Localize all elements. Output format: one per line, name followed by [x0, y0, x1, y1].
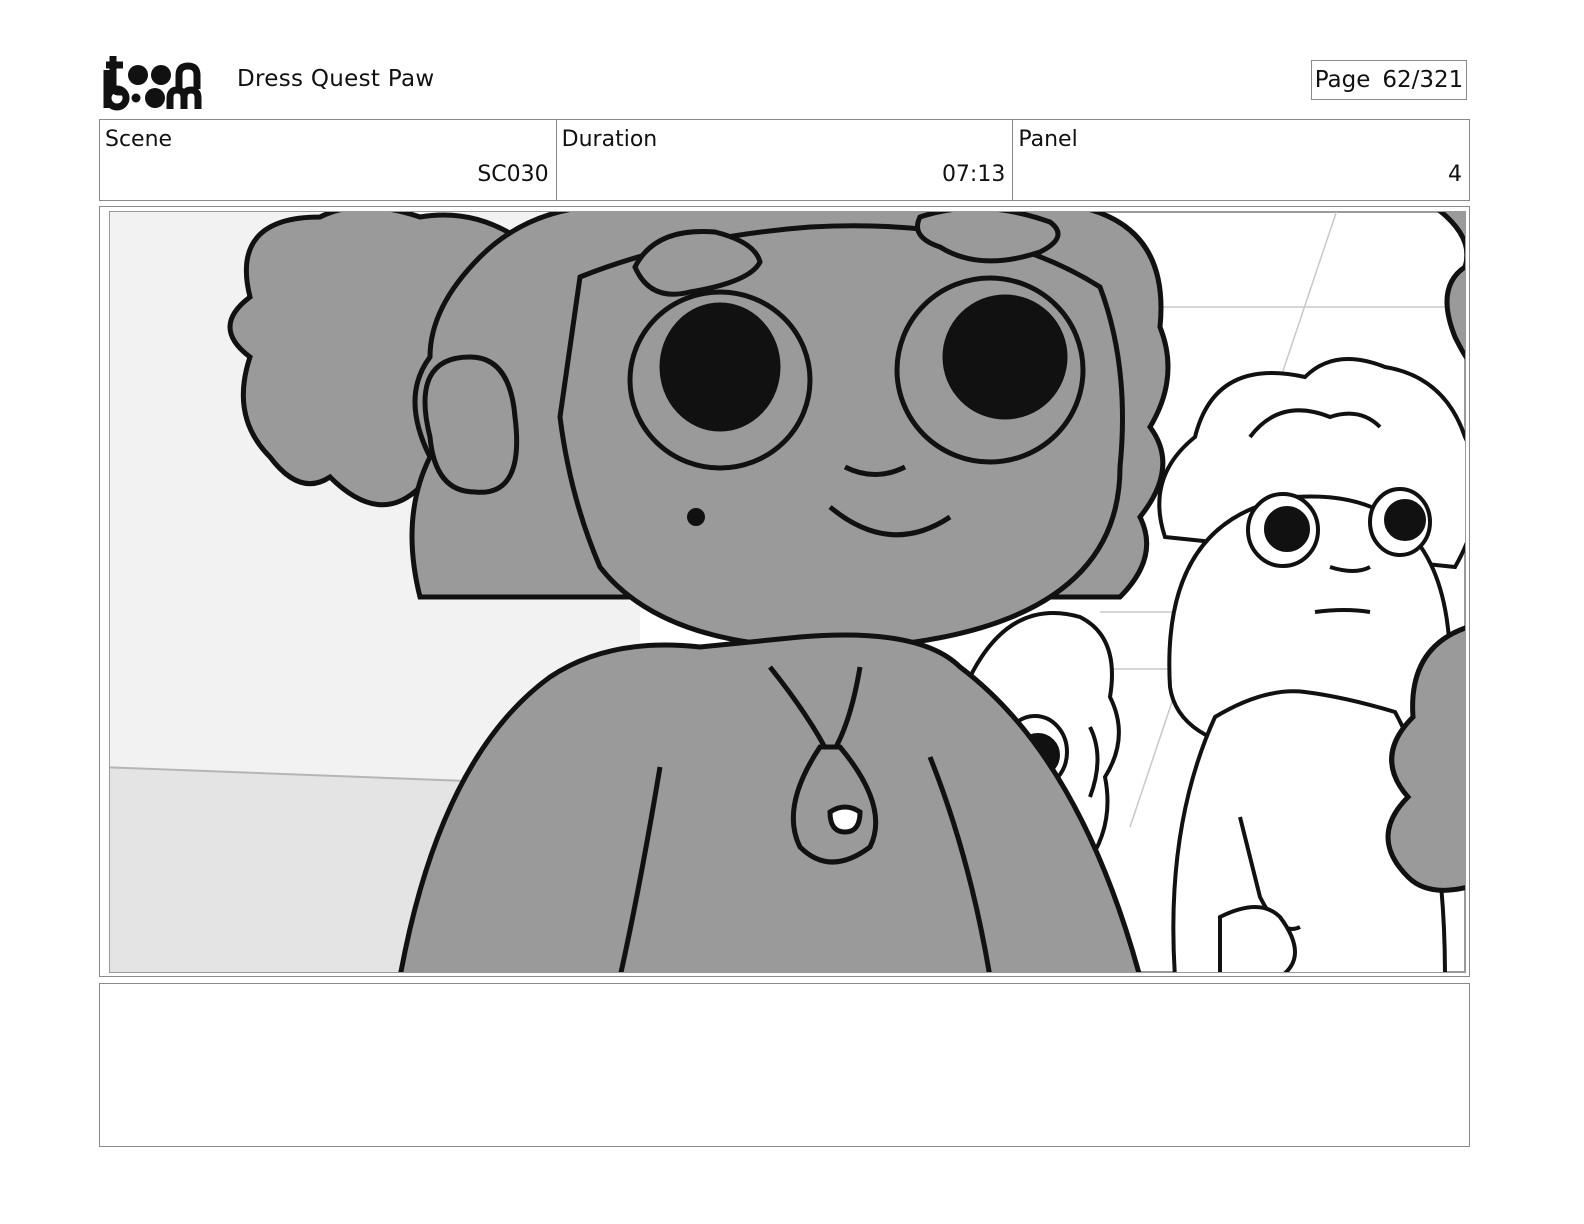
scene-value: SC030	[477, 162, 549, 187]
panel-info-row: Scene SC030 Duration 07:13 Panel 4	[99, 119, 1470, 201]
scene-label: Scene	[105, 127, 173, 152]
panel-label: Panel	[1018, 127, 1078, 152]
storyboard-panel-image	[99, 206, 1470, 977]
toon-boom-logo-icon	[103, 56, 202, 111]
panel-notes-area	[99, 983, 1470, 1147]
toon-boom-logo	[103, 50, 215, 112]
duration-value: 07:13	[941, 162, 1006, 187]
panel-value: 4	[1448, 162, 1463, 187]
duration-cell: Duration 07:13	[557, 120, 1014, 200]
duration-label: Duration	[561, 127, 658, 152]
scene-cell: Scene SC030	[100, 120, 557, 200]
project-title: Dress Quest Paw	[237, 66, 435, 92]
page-label: Page	[1314, 67, 1371, 93]
page-number: 62/321	[1382, 67, 1464, 93]
storyboard-drawing	[109, 211, 1466, 973]
panel-cell: Panel 4	[1013, 120, 1469, 200]
page-indicator: Page 62/321	[1311, 60, 1467, 100]
